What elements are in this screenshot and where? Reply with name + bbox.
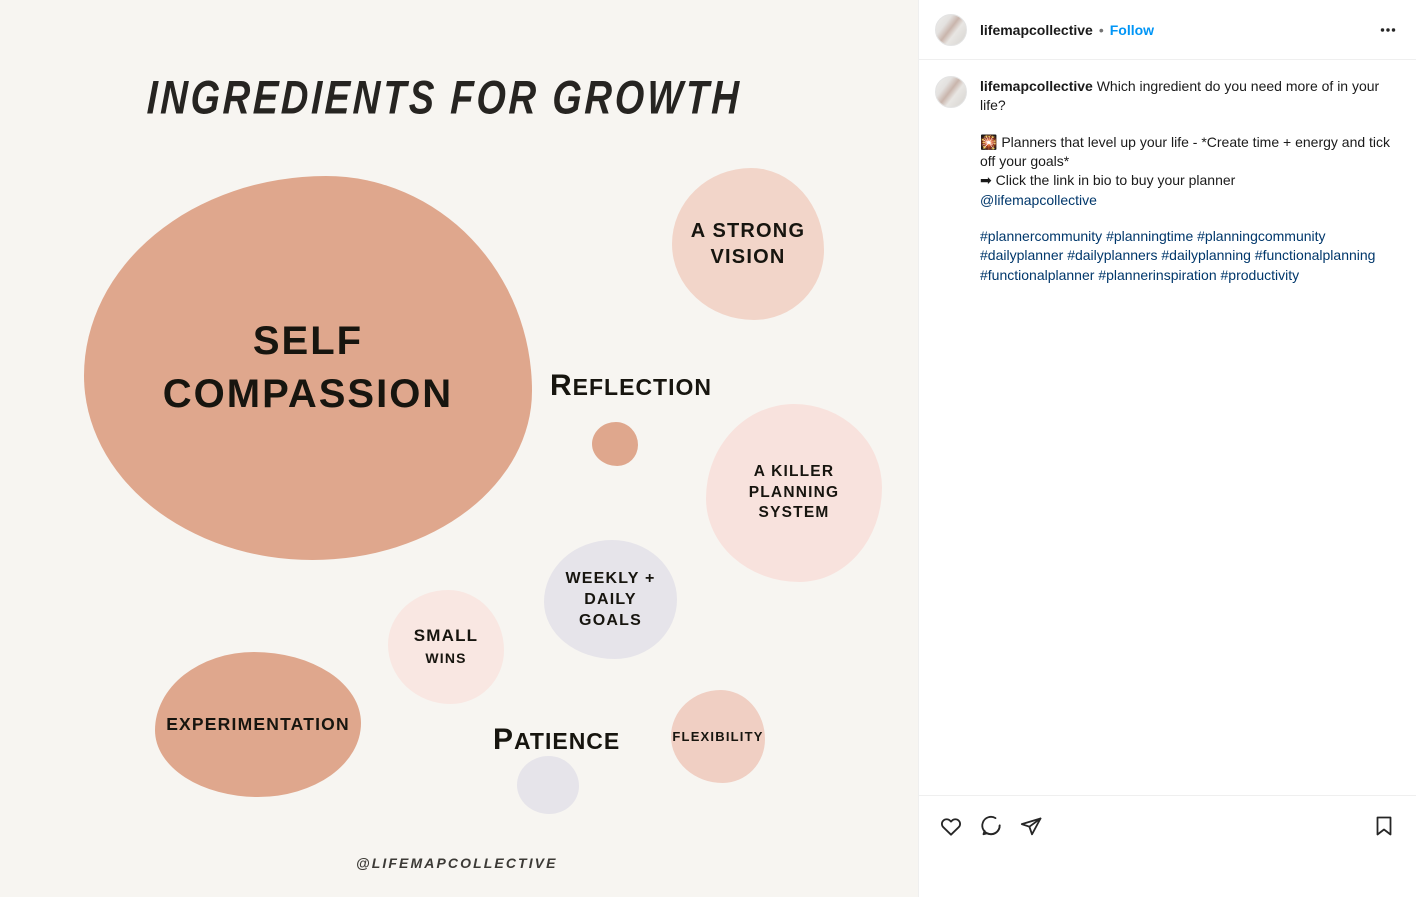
- action-icons-group: [935, 810, 1047, 842]
- actions-bar: [919, 795, 1416, 897]
- blob-small-wins-line-2: WINS: [425, 650, 467, 666]
- caption-avatar[interactable]: [935, 76, 967, 108]
- header-separator: •: [1098, 21, 1104, 38]
- label-patience-rest: ATIENCE: [514, 728, 621, 754]
- blob-weekly-goals-line-3: GOALS: [579, 612, 642, 630]
- caption-area: lifemapcollective Which ingredient do yo…: [919, 60, 1416, 795]
- graphic-title: INGREDIENTS FOR GROWTH: [146, 72, 743, 124]
- blob-self-compassion-line-1: SELF: [252, 319, 364, 364]
- hashtag-link[interactable]: #dailyplanner: [980, 247, 1063, 263]
- sparkle-icon: 🎇: [980, 133, 998, 150]
- blob-small-wins: SMALL WINS: [388, 590, 504, 704]
- blob-strong-vision-line-2: VISION: [710, 246, 786, 268]
- label-reflection-rest: EFLECTION: [572, 374, 713, 400]
- follow-button[interactable]: Follow: [1110, 22, 1154, 38]
- share-icon[interactable]: [1015, 810, 1047, 842]
- caption-text: lifemapcollective Which ingredient do yo…: [980, 76, 1400, 285]
- blob-killer-planning-line-1: A KILLER PLANNING: [748, 463, 840, 501]
- hashtag-link[interactable]: #plannercommunity: [980, 228, 1102, 244]
- label-patience-cap: P: [493, 723, 515, 756]
- blob-killer-planning: A KILLER PLANNING SYSTEM: [706, 404, 882, 582]
- like-icon[interactable]: [935, 810, 967, 842]
- blob-strong-vision: A STRONG VISION: [672, 168, 824, 320]
- hashtag-link[interactable]: #plannerinspiration: [1098, 267, 1216, 283]
- caption-hashtags: #plannercommunity #planningtime #plannin…: [980, 227, 1400, 285]
- blob-weekly-goals-line-1: WEEKLY +: [565, 569, 656, 587]
- blob-patience-dot: [517, 756, 579, 814]
- blob-experimentation: EXPERIMENTATION: [155, 652, 361, 797]
- blob-reflection-dot: [592, 422, 638, 466]
- hashtag-link[interactable]: #planningcommunity: [1197, 228, 1325, 244]
- blob-self-compassion: SELF COMPASSION: [84, 176, 532, 560]
- blob-strong-vision-line-1: A STRONG: [690, 219, 806, 242]
- label-reflection-cap: R: [550, 369, 573, 402]
- instagram-post-view: INGREDIENTS FOR GROWTH SELF COMPASSION A…: [0, 0, 1416, 897]
- save-icon[interactable]: [1368, 810, 1400, 842]
- hashtag-link[interactable]: #functionalplanner: [980, 267, 1094, 283]
- blob-experimentation-label: EXPERIMENTATION: [166, 713, 350, 734]
- post-media[interactable]: INGREDIENTS FOR GROWTH SELF COMPASSION A…: [0, 0, 919, 897]
- hashtag-link[interactable]: #planningtime: [1106, 228, 1193, 244]
- label-patience: PATIENCE: [493, 723, 620, 757]
- blob-self-compassion-line-2: COMPASSION: [162, 372, 454, 416]
- avatar[interactable]: [935, 13, 967, 46]
- comment-icon[interactable]: [975, 810, 1007, 842]
- header-username[interactable]: lifemapcollective: [980, 22, 1093, 38]
- caption-line-3: ➡ Click the link in bio to buy your plan…: [980, 172, 1236, 189]
- more-options-icon[interactable]: [1372, 14, 1404, 46]
- hashtag-link[interactable]: #dailyplanning: [1161, 247, 1251, 263]
- label-reflection: REFLECTION: [550, 369, 712, 403]
- hashtag-link[interactable]: #functionalplanning: [1255, 247, 1376, 263]
- blob-weekly-goals-line-2: DAILY: [584, 590, 637, 608]
- caption-username[interactable]: lifemapcollective: [980, 78, 1093, 94]
- blob-killer-planning-line-2: SYSTEM: [758, 504, 830, 522]
- hashtag-link[interactable]: #dailyplanners: [1067, 247, 1157, 263]
- post-sidebar: lifemapcollective • Follow lifemapcollec…: [919, 0, 1416, 897]
- blob-flexibility: FLEXIBILITY: [671, 690, 765, 783]
- caption-spacer-2: [980, 210, 1400, 227]
- caption-mention[interactable]: @lifemapcollective: [980, 191, 1400, 210]
- caption-line-2: Planners that level up your life - *Crea…: [980, 133, 1391, 169]
- hashtag-link[interactable]: #productivity: [1221, 267, 1300, 283]
- caption-line-2-wrap: 🎇 Planners that level up your life - *Cr…: [980, 133, 1400, 172]
- blob-weekly-goals: WEEKLY + DAILY GOALS: [544, 540, 677, 659]
- blob-small-wins-line-1: SMALL: [413, 625, 479, 645]
- post-header: lifemapcollective • Follow: [919, 0, 1416, 60]
- blob-flexibility-label: FLEXIBILITY: [672, 728, 764, 744]
- graphic-watermark: @LIFEMAPCOLLECTIVE: [356, 855, 558, 871]
